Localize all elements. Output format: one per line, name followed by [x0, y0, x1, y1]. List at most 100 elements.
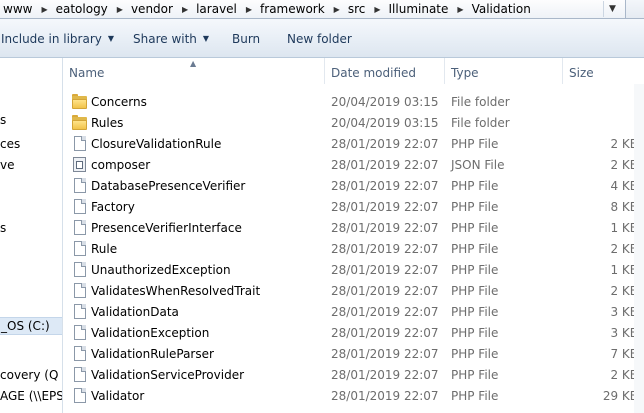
file-row[interactable]: ValidationServiceProvider 28/01/2019 22:0…	[63, 364, 644, 385]
json-file-icon	[73, 157, 86, 172]
crumb-illuminate[interactable]: Illuminate	[386, 2, 453, 16]
include-in-library-label: Include in library	[1, 31, 102, 46]
crumb-www[interactable]: www	[0, 2, 36, 16]
php-file-icon	[74, 220, 86, 235]
file-name: ValidationData	[91, 305, 179, 319]
file-name: Rule	[91, 242, 118, 256]
file-type: PHP File	[451, 221, 499, 235]
nav-item-network-drive[interactable]: AGE (\\EPS	[0, 389, 62, 403]
file-row[interactable]: composer 28/01/2019 22:07 JSON File 2 KB	[63, 154, 644, 175]
file-date-modified: 28/01/2019 22:07	[331, 221, 439, 235]
crumb-laravel[interactable]: laravel	[193, 2, 241, 16]
chevron-right-icon[interactable]: ▶	[112, 5, 128, 14]
nav-item-os-drive[interactable]: _OS (C:)	[0, 317, 62, 335]
file-row[interactable]: ValidationRuleParser 28/01/2019 22:07 PHP …	[63, 343, 644, 364]
file-name: composer	[91, 158, 151, 172]
chevron-right-icon[interactable]: ▶	[241, 5, 257, 14]
column-header-name[interactable]: Name	[63, 58, 325, 84]
file-name: DatabasePresenceVerifier	[91, 179, 246, 193]
php-file-icon	[74, 241, 86, 256]
file-type: PHP File	[451, 347, 499, 361]
file-date-modified: 28/01/2019 22:07	[331, 263, 439, 277]
crumb-validation[interactable]: Validation	[469, 2, 535, 16]
php-file-icon	[74, 346, 86, 361]
chevron-right-icon[interactable]: ▶	[36, 5, 52, 14]
file-name: PresenceVerifierInterface	[91, 221, 242, 235]
file-date-modified: 28/01/2019 22:07	[331, 200, 439, 214]
address-bar[interactable]: www ▶ eatology ▶ vendor ▶ laravel ▶ fram…	[0, 0, 644, 19]
nav-item[interactable]: s	[0, 113, 6, 127]
command-bar: Include in library ▼ Share with ▼ Burn N…	[0, 19, 644, 58]
chevron-right-icon[interactable]: ▶	[329, 5, 345, 14]
file-row[interactable]: Rules 20/04/2019 03:15 File folder	[63, 112, 644, 133]
file-row[interactable]: Factory 28/01/2019 22:07 PHP File 8 KB	[63, 196, 644, 217]
new-folder-button[interactable]: New folder	[287, 19, 352, 58]
chevron-right-icon[interactable]: ▶	[452, 5, 468, 14]
file-type: PHP File	[451, 179, 499, 193]
file-name: UnauthorizedException	[91, 263, 231, 277]
chevron-right-icon[interactable]: ▶	[177, 5, 193, 14]
file-row[interactable]: ValidatesWhenResolvedTrait 28/01/2019 22:…	[63, 280, 644, 301]
vertical-scrollbar[interactable]	[634, 84, 644, 413]
php-file-icon	[74, 304, 86, 319]
file-row[interactable]: Concerns 20/04/2019 03:15 File folder	[63, 91, 644, 112]
nav-item-recovery-drive[interactable]: covery (Q	[0, 368, 58, 382]
file-row[interactable]: Rule 28/01/2019 22:07 PHP File 2 KB	[63, 238, 644, 259]
new-folder-label: New folder	[287, 31, 352, 46]
column-header-size[interactable]: Size	[563, 58, 644, 84]
file-type: PHP File	[451, 368, 499, 382]
column-header-date[interactable]: Date modified	[325, 58, 445, 84]
chevron-right-icon[interactable]: ▶	[369, 5, 385, 14]
file-row[interactable]: ClosureValidationRule 28/01/2019 22:07 PHP…	[63, 133, 644, 154]
refresh-button[interactable]	[625, 0, 644, 18]
file-name: Concerns	[91, 95, 147, 109]
php-file-icon	[74, 136, 86, 151]
burn-button[interactable]: Burn	[232, 19, 260, 58]
file-name: ClosureValidationRule	[91, 137, 222, 151]
file-type: JSON File	[451, 158, 505, 172]
file-date-modified: 20/04/2019 03:15	[331, 116, 439, 130]
file-type: File folder	[451, 116, 510, 130]
file-name: ValidationRuleParser	[91, 347, 214, 361]
file-type: PHP File	[451, 137, 499, 151]
file-row[interactable]: DatabasePresenceVerifier 28/01/2019 22:07…	[63, 175, 644, 196]
file-row[interactable]: Validator 28/01/2019 22:07 PHP File 29 KB	[63, 385, 644, 406]
file-date-modified: 28/01/2019 22:07	[331, 305, 439, 319]
nav-item[interactable]: s	[0, 221, 6, 235]
crumb-eatology[interactable]: eatology	[53, 2, 112, 16]
file-row[interactable]: PresenceVerifierInterface 28/01/2019 22:0…	[63, 217, 644, 238]
column-header-type[interactable]: Type	[445, 58, 563, 84]
file-name: Factory	[91, 200, 135, 214]
php-file-icon	[74, 367, 86, 382]
folder-icon	[72, 94, 88, 110]
burn-label: Burn	[232, 31, 261, 46]
file-row[interactable]: ValidationData 28/01/2019 22:07 PHP File 3 …	[63, 301, 644, 322]
nav-item[interactable]: ve	[0, 158, 14, 172]
file-name: Validator	[91, 389, 145, 403]
php-file-icon	[74, 199, 86, 214]
file-type: PHP File	[451, 389, 499, 403]
file-type: File folder	[451, 95, 510, 109]
crumb-vendor[interactable]: vendor	[128, 2, 177, 16]
file-type: PHP File	[451, 284, 499, 298]
file-row[interactable]: ValidationException 28/01/2019 22:07 PHP F…	[63, 322, 644, 343]
php-file-icon	[74, 178, 86, 193]
file-date-modified: 28/01/2019 22:07	[331, 242, 439, 256]
crumb-src[interactable]: src	[345, 2, 370, 16]
file-name: Rules	[91, 116, 124, 130]
file-name: ValidationException	[91, 326, 210, 340]
php-file-icon	[74, 325, 86, 340]
crumb-framework[interactable]: framework	[257, 2, 329, 16]
navigation-pane[interactable]: s ces ve s _OS (C:) covery (Q AGE (\\EPS	[0, 58, 63, 413]
php-file-icon	[74, 262, 86, 277]
file-date-modified: 28/01/2019 22:07	[331, 179, 439, 193]
php-file-icon	[74, 283, 86, 298]
nav-item[interactable]: ces	[0, 137, 20, 151]
include-in-library-button[interactable]: Include in library ▼	[1, 19, 114, 58]
chevron-down-icon: ▼	[202, 34, 210, 43]
address-dropdown-icon[interactable]: ▼	[603, 1, 621, 17]
file-row[interactable]: UnauthorizedException 28/01/2019 22:07 PHP…	[63, 259, 644, 280]
folder-icon	[72, 115, 88, 131]
share-with-button[interactable]: Share with ▼	[133, 19, 209, 58]
file-size: 29 KB	[602, 389, 638, 403]
